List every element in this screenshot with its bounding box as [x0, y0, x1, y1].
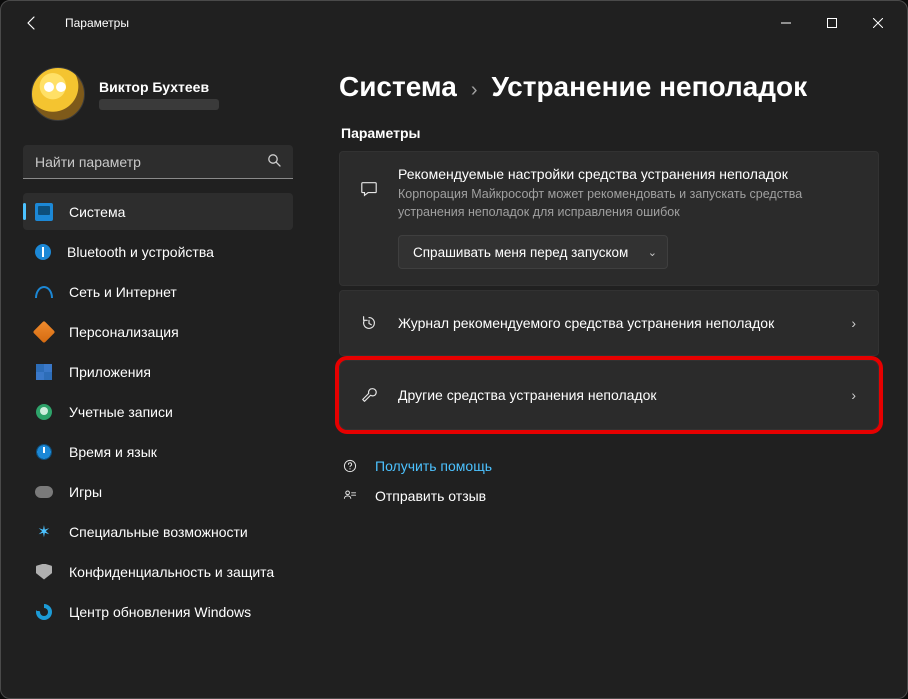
sidebar-item-label: Система: [69, 204, 125, 220]
bluetooth-icon: [35, 244, 51, 260]
window-title: Параметры: [65, 16, 129, 30]
recommended-settings-card: Рекомендуемые настройки средства устране…: [339, 151, 879, 286]
gamepad-icon: [35, 486, 53, 498]
clock-globe-icon: [36, 444, 52, 460]
sidebar-item-bluetooth[interactable]: Bluetooth и устройства: [23, 233, 293, 270]
update-icon: [36, 604, 52, 620]
history-icon: [358, 314, 380, 332]
sidebar-item-label: Специальные возможности: [69, 524, 248, 540]
person-icon: [36, 404, 52, 420]
footer-links: Получить помощь Отправить отзыв: [339, 458, 879, 504]
user-name: Виктор Бухтеев: [99, 79, 219, 95]
display-icon: [35, 203, 53, 221]
get-help-link[interactable]: Получить помощь: [341, 458, 879, 474]
wrench-icon: [358, 386, 380, 404]
grid-icon: [36, 364, 52, 380]
brush-icon: [33, 320, 56, 343]
sidebar-item-time[interactable]: Время и язык: [23, 433, 293, 470]
sidebar-item-label: Центр обновления Windows: [69, 604, 251, 620]
search-box[interactable]: [23, 145, 293, 179]
troubleshooter-history-row[interactable]: Журнал рекомендуемого средства устранени…: [339, 290, 879, 356]
accessibility-icon: ✶: [35, 523, 53, 541]
nav-list: Система Bluetooth и устройства Сеть и Ин…: [19, 193, 297, 630]
row-label: Журнал рекомендуемого средства устранени…: [398, 315, 851, 331]
sidebar-item-label: Время и язык: [69, 444, 157, 460]
user-email-redacted: [99, 99, 219, 110]
search-input[interactable]: [35, 154, 267, 170]
user-block[interactable]: Виктор Бухтеев: [19, 45, 297, 141]
chevron-right-icon: ›: [851, 315, 856, 331]
sidebar-item-label: Сеть и Интернет: [69, 284, 177, 300]
sidebar-item-gaming[interactable]: Игры: [23, 473, 293, 510]
feedback-icon: [341, 488, 359, 504]
link-label: Получить помощь: [375, 458, 492, 474]
minimize-icon: [781, 18, 791, 28]
section-label: Параметры: [341, 125, 879, 141]
sidebar-item-accessibility[interactable]: ✶ Специальные возможности: [23, 513, 293, 550]
link-label: Отправить отзыв: [375, 488, 486, 504]
shield-icon: [36, 564, 52, 580]
sidebar-item-apps[interactable]: Приложения: [23, 353, 293, 390]
breadcrumb-parent[interactable]: Система: [339, 71, 457, 103]
chevron-right-icon: ›: [471, 79, 478, 102]
sidebar-item-label: Приложения: [69, 364, 151, 380]
sidebar-item-personalization[interactable]: Персонализация: [23, 313, 293, 350]
troubleshooter-preference-dropdown[interactable]: Спрашивать меня перед запуском ⌄: [398, 235, 668, 269]
card-desc: Корпорация Майкрософт может рекомендоват…: [398, 185, 858, 221]
maximize-button[interactable]: [809, 7, 855, 39]
other-troubleshooters-row[interactable]: Другие средства устранения неполадок ›: [339, 360, 879, 430]
window-controls: [763, 7, 901, 39]
maximize-icon: [827, 18, 837, 28]
row-label: Другие средства устранения неполадок: [398, 387, 851, 403]
title-bar: Параметры: [1, 1, 907, 45]
sidebar-item-label: Конфиденциальность и защита: [69, 564, 274, 580]
sidebar-item-label: Игры: [69, 484, 102, 500]
close-icon: [873, 18, 883, 28]
minimize-button[interactable]: [763, 7, 809, 39]
close-button[interactable]: [855, 7, 901, 39]
breadcrumb: Система › Устранение неполадок: [339, 71, 879, 103]
sidebar-item-label: Bluetooth и устройства: [67, 244, 214, 260]
breadcrumb-current: Устранение неполадок: [492, 71, 808, 103]
send-feedback-link[interactable]: Отправить отзыв: [341, 488, 879, 504]
card-title: Рекомендуемые настройки средства устране…: [398, 166, 858, 182]
main-content: Система › Устранение неполадок Параметры…: [309, 45, 907, 698]
chevron-right-icon: ›: [851, 387, 856, 403]
help-icon: [341, 458, 359, 474]
sidebar-item-network[interactable]: Сеть и Интернет: [23, 273, 293, 310]
sidebar-item-accounts[interactable]: Учетные записи: [23, 393, 293, 430]
arrow-left-icon: [24, 15, 40, 31]
settings-window: Параметры Виктор Бухтеев: [0, 0, 908, 699]
sidebar-item-update[interactable]: Центр обновления Windows: [23, 593, 293, 630]
back-button[interactable]: [15, 6, 49, 40]
dropdown-value: Спрашивать меня перед запуском: [413, 245, 628, 260]
sidebar: Виктор Бухтеев Система Bluetooth и устро…: [1, 45, 309, 698]
sidebar-item-privacy[interactable]: Конфиденциальность и защита: [23, 553, 293, 590]
search-icon: [267, 153, 281, 170]
chevron-down-icon: ⌄: [648, 246, 657, 259]
sidebar-item-label: Учетные записи: [69, 404, 173, 420]
avatar: [31, 67, 85, 121]
wifi-icon: [35, 286, 53, 298]
sidebar-item-system[interactable]: Система: [23, 193, 293, 230]
message-icon: [358, 166, 380, 198]
sidebar-item-label: Персонализация: [69, 324, 179, 340]
